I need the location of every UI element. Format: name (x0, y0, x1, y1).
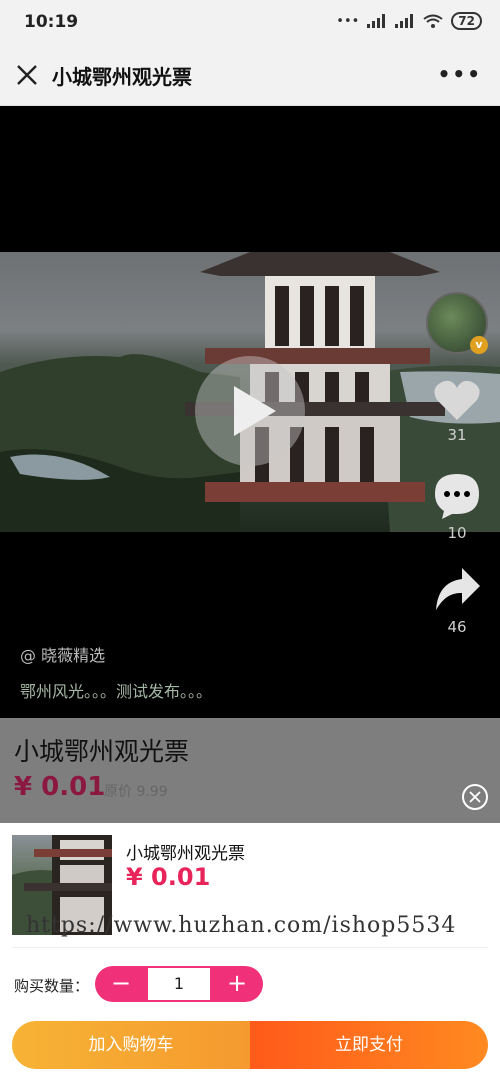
share-count: 46 (447, 618, 467, 636)
like-count: 31 (447, 426, 467, 444)
share-button[interactable]: 46 (426, 566, 488, 636)
comment-count: 10 (447, 524, 467, 542)
pay-now-button[interactable]: 立即支付 (250, 1021, 488, 1069)
nav-bar: 小城鄂州观光票 ••• (0, 44, 500, 106)
product-info: 小城鄂州观光票 ¥ 0.01 原价 9.99 (0, 718, 500, 828)
dots-icon: ••• (336, 13, 360, 29)
close-icon[interactable] (14, 62, 40, 88)
avatar[interactable]: v (426, 292, 488, 354)
video-player[interactable]: v 31 10 46 @ 晓薇精选 鄂州风光。。。测试发布。。。 (0, 106, 500, 718)
close-sheet-button[interactable] (462, 784, 488, 810)
divider (12, 947, 488, 948)
battery-icon: 72 (451, 12, 482, 30)
video-caption: 鄂州风光。。。测试发布。。。 (20, 682, 213, 701)
watermark-text: https://www.huzhan.com/ishop5534 (26, 913, 457, 938)
action-bar: 加入购物车 立即支付 (12, 1021, 488, 1069)
comment-icon (435, 474, 479, 519)
purchase-sheet: 小城鄂州观光票 ¥ 0.01 https://www.huzhan.com/is… (0, 823, 500, 1083)
page-title: 小城鄂州观光票 (52, 65, 192, 89)
like-button[interactable]: 31 (426, 378, 488, 444)
heart-icon (434, 380, 480, 420)
wifi-icon (423, 14, 443, 28)
product-title: 小城鄂州观光票 (14, 737, 190, 766)
status-bar: 10:19 ••• 72 (0, 0, 500, 44)
share-icon (436, 568, 480, 610)
quantity-label: 购买数量： (14, 977, 90, 995)
product-price: ¥ 0.01 (14, 772, 106, 802)
status-time: 10:19 (24, 12, 79, 32)
quantity-stepper: − 1 + (95, 966, 263, 1002)
verified-badge: v (470, 336, 488, 354)
status-icons: ••• 72 (336, 12, 482, 30)
increase-button[interactable]: + (211, 966, 263, 1002)
close-icon (469, 791, 481, 803)
sheet-product-price: ¥ 0.01 (126, 863, 211, 891)
signal-icon (367, 14, 386, 28)
author-name[interactable]: @ 晓薇精选 (20, 642, 105, 666)
play-icon (234, 386, 276, 436)
more-button[interactable]: ••• (438, 62, 482, 86)
comment-button[interactable]: 10 (426, 472, 488, 542)
add-to-cart-button[interactable]: 加入购物车 (12, 1021, 250, 1069)
play-button[interactable] (195, 356, 305, 466)
decrease-button[interactable]: − (95, 966, 147, 1002)
original-price: 原价 9.99 (104, 784, 168, 800)
signal-icon (395, 14, 414, 28)
quantity-input[interactable]: 1 (148, 968, 210, 1000)
sheet-product-name: 小城鄂州观光票 (126, 844, 245, 864)
